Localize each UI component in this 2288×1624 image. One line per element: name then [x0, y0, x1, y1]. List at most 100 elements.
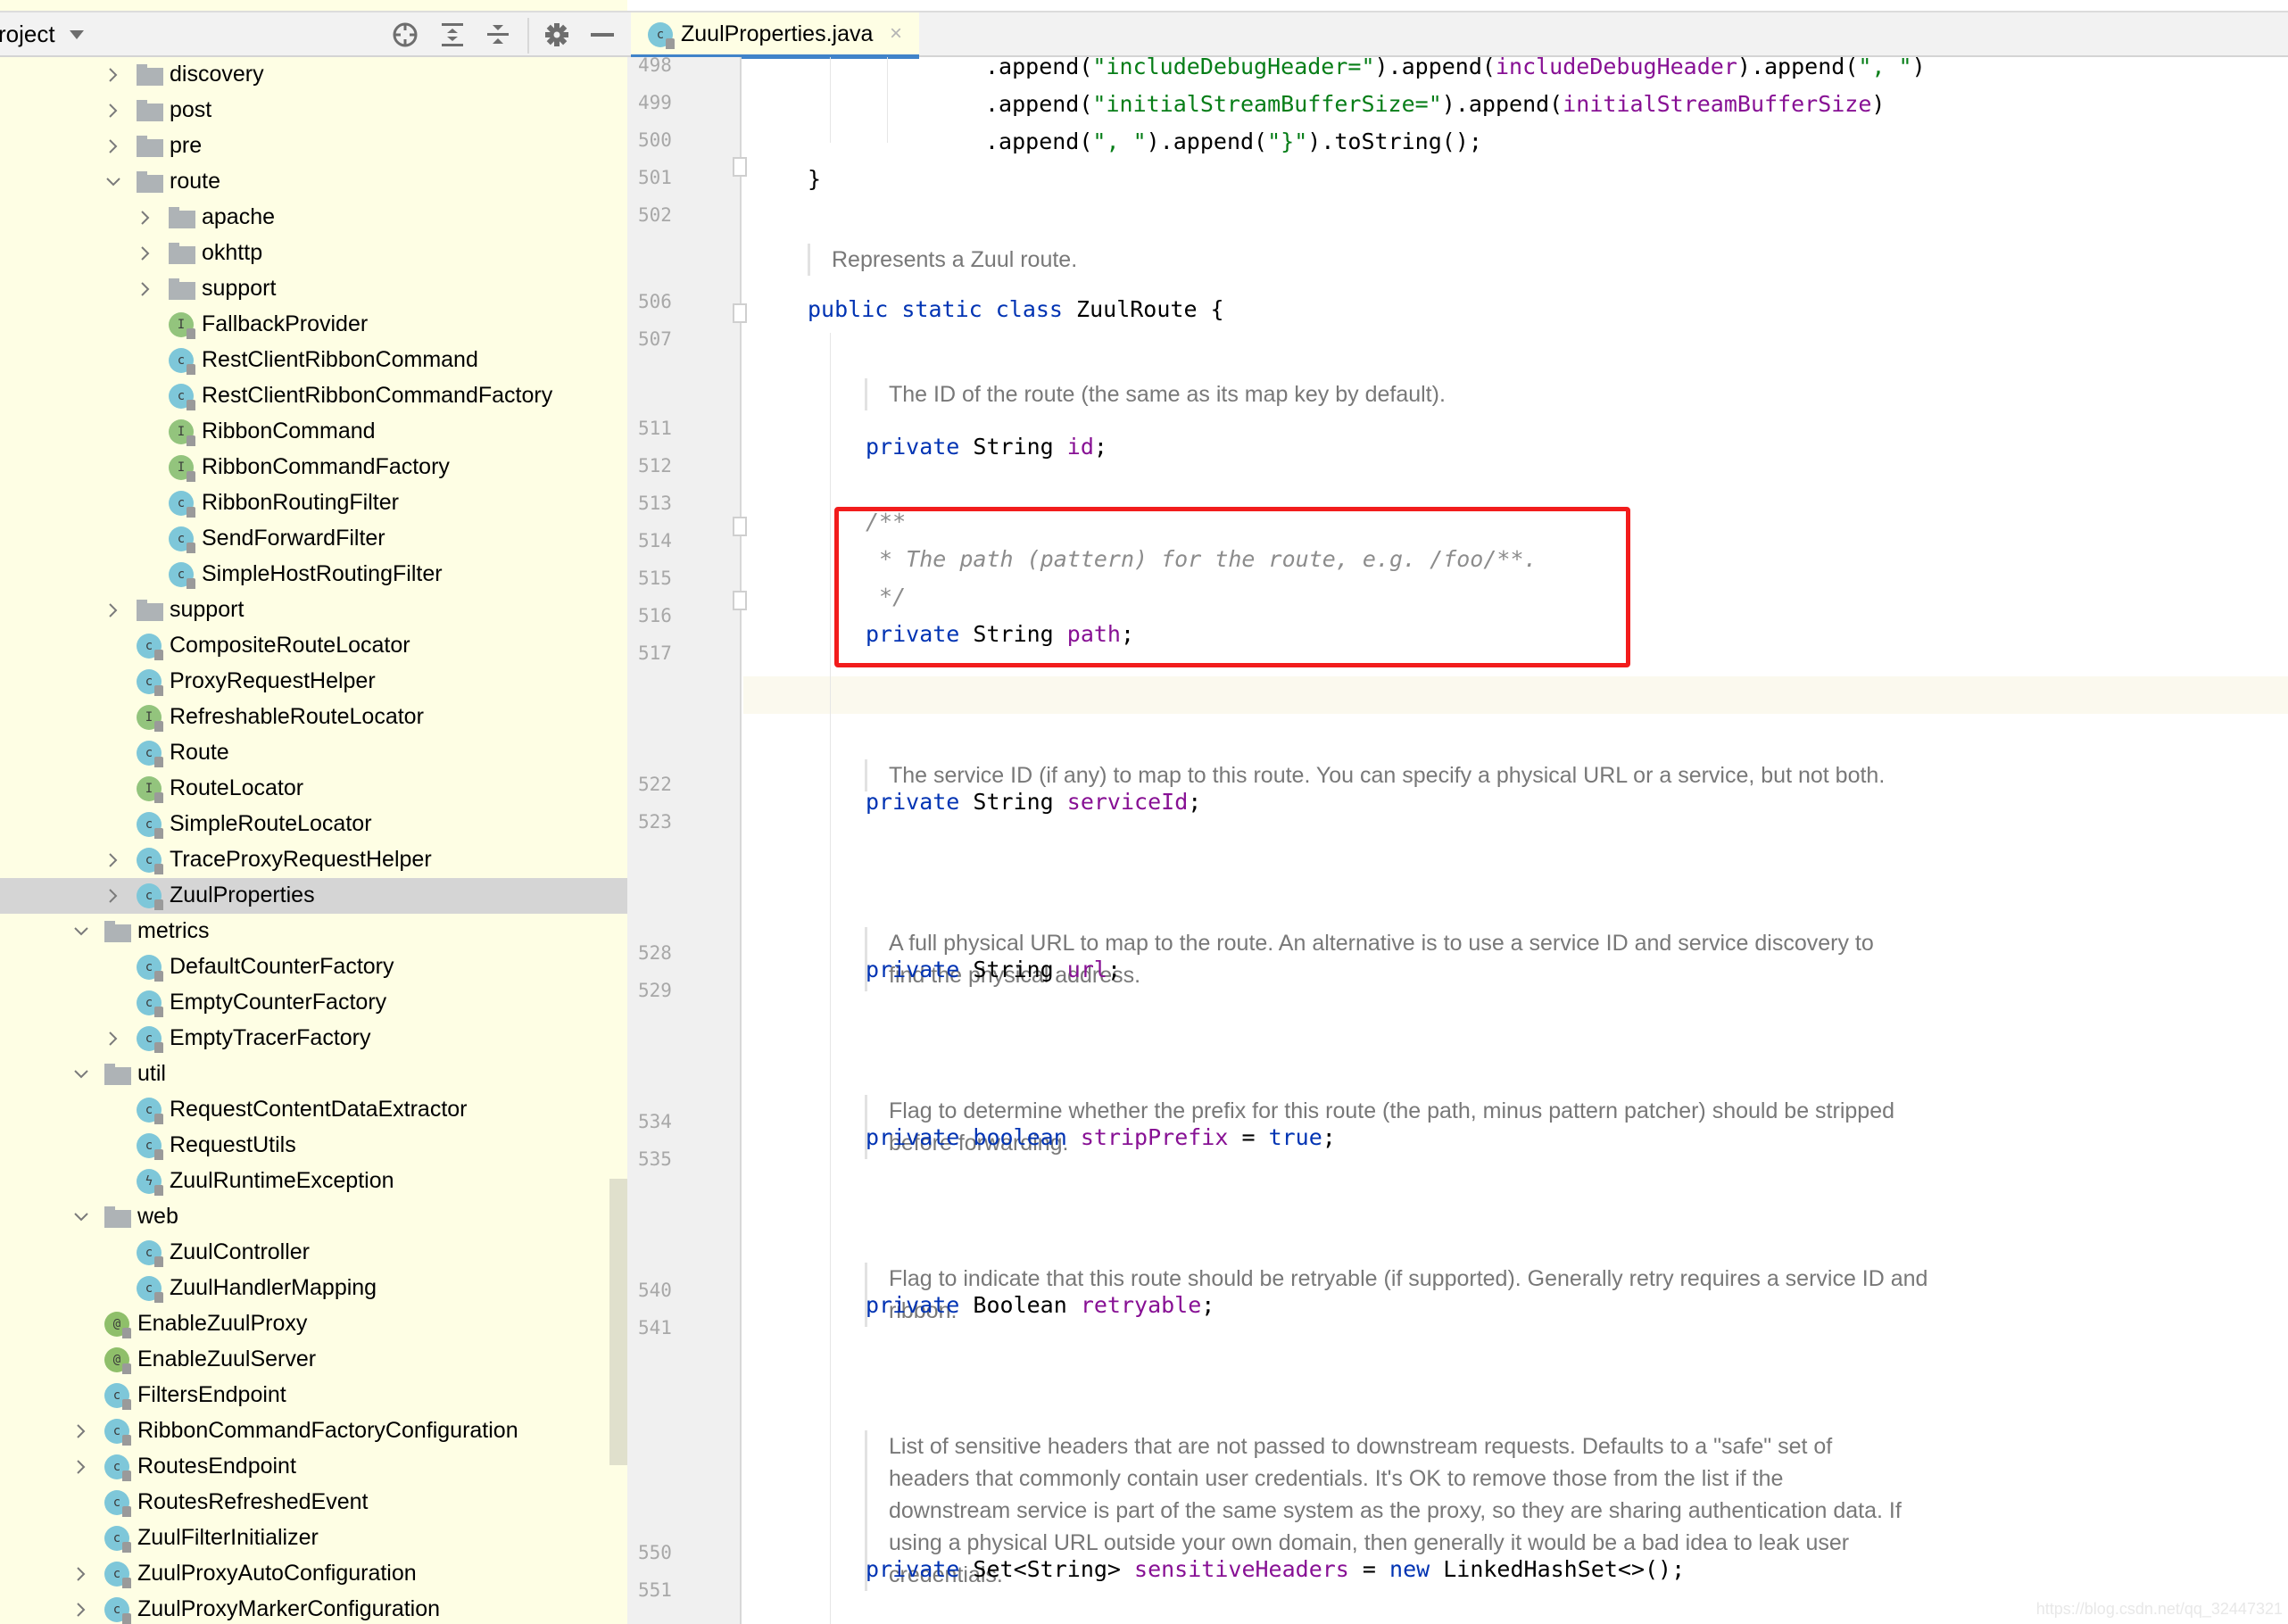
interface-icon: I [137, 776, 163, 803]
tree-item[interactable]: c RibbonRoutingFilter [0, 485, 609, 521]
tree-item[interactable]: c EmptyTracerFactory [0, 1021, 609, 1056]
chevron-right-icon[interactable] [72, 1458, 90, 1476]
code-token: ", " [1092, 128, 1147, 154]
code-token: ; [1107, 957, 1121, 982]
chevron-right-icon[interactable] [104, 887, 122, 905]
class-icon: c [104, 1419, 131, 1446]
lock-icon [187, 328, 195, 339]
chevron-right-icon[interactable] [104, 601, 122, 619]
tree-item-label: EmptyTracerFactory [170, 1025, 371, 1050]
collapse-all-icon[interactable] [483, 20, 513, 50]
chevron-right-icon[interactable] [72, 1601, 90, 1619]
tree-item[interactable]: c DefaultCounterFactory [0, 949, 609, 985]
tree-folder[interactable]: web [0, 1199, 609, 1235]
javadoc-zuul-route: Represents a Zuul route. [808, 244, 1968, 276]
tree-folder[interactable]: apache [0, 200, 609, 236]
tree-item[interactable]: c RequestContentDataExtractor [0, 1092, 609, 1128]
tree-item[interactable]: c ZuulProxyAutoConfiguration [0, 1556, 609, 1592]
tree-folder[interactable]: okhttp [0, 236, 609, 271]
tree-item[interactable]: c TraceProxyRequestHelper [0, 842, 609, 878]
chevron-right-icon[interactable] [104, 66, 122, 84]
chevron-right-icon[interactable] [104, 137, 122, 155]
tree-item[interactable]: ϟ ZuulRuntimeException [0, 1164, 609, 1199]
tree-item-label: RefreshableRouteLocator [170, 704, 424, 729]
class-icon: c [169, 384, 195, 410]
tree-item[interactable]: @ EnableZuulProxy [0, 1306, 609, 1342]
chevron-right-icon[interactable] [72, 1422, 90, 1440]
tree-item[interactable]: c ZuulFilterInitializer [0, 1520, 609, 1556]
tree-item[interactable]: c SendForwardFilter [0, 521, 609, 557]
class-icon: c [137, 1240, 163, 1267]
tree-item-label: RibbonCommand [202, 418, 376, 443]
chevron-right-icon[interactable] [104, 1030, 122, 1048]
tree-item[interactable]: I RibbonCommand [0, 414, 609, 450]
tree-folder[interactable]: util [0, 1056, 609, 1092]
tree-item[interactable]: c ZuulController [0, 1235, 609, 1271]
code-token: ) [1871, 91, 1886, 117]
tree-item[interactable]: c SimpleRouteLocator [0, 807, 609, 842]
class-icon: c [104, 1490, 131, 1517]
tree-item[interactable]: c CompositeRouteLocator [0, 628, 609, 664]
chevron-right-icon[interactable] [72, 1565, 90, 1583]
tree-item[interactable]: I RefreshableRouteLocator [0, 700, 609, 735]
gear-icon[interactable] [542, 20, 572, 50]
tree-item-label: RibbonCommandFactory [202, 454, 450, 479]
tree-item[interactable]: I RouteLocator [0, 771, 609, 807]
chevron-right-icon[interactable] [104, 102, 122, 120]
chevron-down-icon[interactable] [72, 923, 90, 940]
tree-item[interactable]: c ZuulProxyMarkerConfiguration [0, 1592, 609, 1624]
folder-icon [137, 600, 163, 625]
chevron-right-icon[interactable] [137, 209, 154, 227]
tree-folder[interactable]: support [0, 592, 609, 628]
tree-item-label: web [137, 1204, 178, 1229]
tree-item[interactable]: c RoutesEndpoint [0, 1449, 609, 1485]
tree-item[interactable]: c RestClientRibbonCommandFactory [0, 378, 609, 414]
class-icon: c [137, 1026, 163, 1053]
code-token: .append( [985, 128, 1093, 154]
tree-folder[interactable]: support [0, 271, 609, 307]
chevron-down-icon[interactable] [70, 30, 84, 39]
tree-item[interactable]: c SimpleHostRoutingFilter [0, 557, 609, 592]
sidebar-scrollbar-thumb[interactable] [609, 1179, 627, 1465]
chevron-right-icon[interactable] [137, 280, 154, 298]
chevron-down-icon[interactable] [72, 1208, 90, 1226]
tree-folder[interactable]: discovery [0, 57, 609, 93]
project-view-title[interactable]: roject [0, 21, 55, 48]
code-line-540: private Boolean retryable; [866, 1292, 1214, 1318]
code-editor: c ZuulProperties.java × 498 499 500 501 502 5… [627, 0, 2288, 1624]
tree-folder[interactable]: route [0, 164, 609, 200]
code-token: private [866, 957, 960, 982]
code-line-522: private String serviceId; [866, 789, 1201, 815]
tree-item[interactable]: c ProxyRequestHelper [0, 664, 609, 700]
code-area[interactable]: .append("includeDebugHeader=").append(in… [743, 57, 2288, 1624]
tree-item[interactable]: c RoutesRefreshedEvent [0, 1485, 609, 1520]
tree-item[interactable]: c FiltersEndpoint [0, 1378, 609, 1413]
tree-item[interactable]: c Route [0, 735, 609, 771]
tree-item[interactable]: c ZuulHandlerMapping [0, 1271, 609, 1306]
chevron-down-icon[interactable] [72, 1065, 90, 1083]
tree-folder[interactable]: metrics [0, 914, 609, 949]
tree-item[interactable]: c EmptyCounterFactory [0, 985, 609, 1021]
chevron-right-icon[interactable] [104, 851, 122, 869]
code-line-511: private String id; [866, 434, 1107, 460]
expand-all-icon[interactable] [437, 20, 468, 50]
tree-item[interactable]: c RestClientRibbonCommand [0, 343, 609, 378]
lock-icon [187, 471, 195, 482]
tab-zuulproperties[interactable]: c ZuulProperties.java × [631, 12, 919, 59]
tree-item[interactable]: c ZuulProperties [0, 878, 627, 914]
tree-item[interactable]: c RibbonCommandFactoryConfiguration [0, 1413, 609, 1449]
code-line-498: .append("includeDebugHeader=").append(in… [985, 57, 1926, 79]
tree-folder[interactable]: pre [0, 128, 609, 164]
tree-folder[interactable]: post [0, 93, 609, 128]
chevron-down-icon[interactable] [104, 173, 122, 191]
tree-item[interactable]: I RibbonCommandFactory [0, 450, 609, 485]
line-number: 550 [638, 1542, 672, 1564]
tree-item[interactable]: @ EnableZuulServer [0, 1342, 609, 1378]
tree-item[interactable]: I FallbackProvider [0, 307, 609, 343]
minimize-icon[interactable] [587, 20, 618, 50]
tree-item-label: SendForwardFilter [202, 526, 385, 551]
tree-item[interactable]: c RequestUtils [0, 1128, 609, 1164]
chevron-right-icon[interactable] [137, 244, 154, 262]
crosshair-icon[interactable] [390, 20, 420, 50]
close-icon[interactable]: × [890, 21, 902, 46]
